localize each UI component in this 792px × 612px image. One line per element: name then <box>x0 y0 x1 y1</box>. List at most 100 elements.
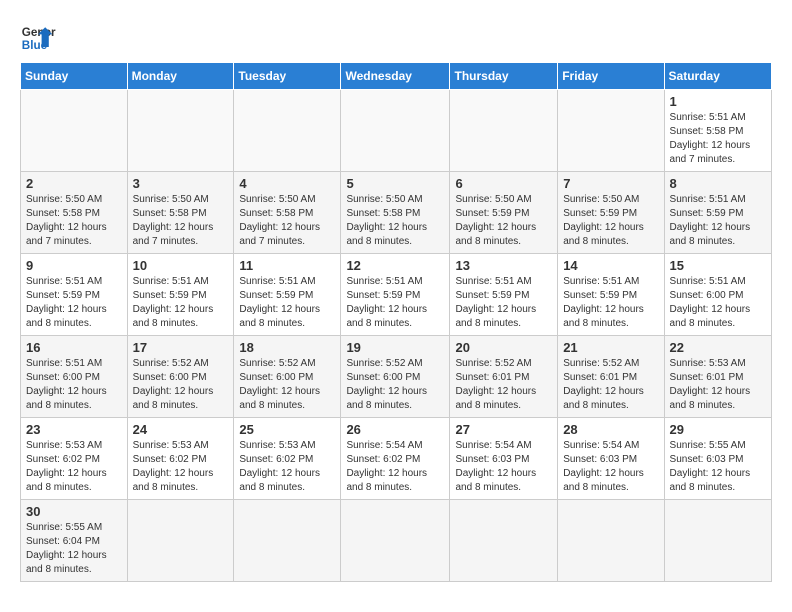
calendar-cell: 7 Sunrise: 5:50 AM Sunset: 5:59 PM Daylig… <box>558 172 664 254</box>
day-number: 4 <box>239 176 335 191</box>
calendar-cell: 25 Sunrise: 5:53 AM Sunset: 6:02 PM Dayli… <box>234 418 341 500</box>
day-number: 10 <box>133 258 229 273</box>
calendar-cell <box>450 90 558 172</box>
calendar-cell: 29Sunrise: 5:55 AM Sunset: 6:03 PM Dayli… <box>664 418 771 500</box>
day-info: Sunrise: 5:50 AM Sunset: 5:58 PM Dayligh… <box>133 193 229 249</box>
day-info: Sunrise: 5:50 AM Sunset: 5:58 PM Dayligh… <box>239 193 335 249</box>
day-number: 6 <box>455 176 552 191</box>
calendar-cell <box>558 500 664 582</box>
calendar-cell: 4 Sunrise: 5:50 AM Sunset: 5:58 PM Daylig… <box>234 172 341 254</box>
calendar-cell <box>127 500 234 582</box>
calendar-cell: 26 Sunrise: 5:54 AM Sunset: 6:02 PM Dayli… <box>341 418 450 500</box>
day-info: Sunrise: 5:53 AM Sunset: 6:01 PM Dayligh… <box>670 357 766 413</box>
calendar-week-2: 2 Sunrise: 5:50 AM Sunset: 5:58 PM Daylig… <box>21 172 772 254</box>
day-info: Sunrise: 5:54 AM Sunset: 6:03 PM Dayligh… <box>455 439 552 495</box>
day-info: Sunrise: 5:51 AM Sunset: 5:59 PM Dayligh… <box>133 275 229 331</box>
calendar-week-6: 30 Sunrise: 5:55 AM Sunset: 6:04 PM Dayli… <box>21 500 772 582</box>
calendar-cell <box>21 90 128 172</box>
day-number: 1 <box>670 94 766 109</box>
day-number: 19 <box>346 340 444 355</box>
calendar-header-row: SundayMondayTuesdayWednesdayThursdayFrid… <box>21 63 772 90</box>
calendar-week-1: 1 Sunrise: 5:51 AM Sunset: 5:58 PM Daylig… <box>21 90 772 172</box>
calendar-cell: 23 Sunrise: 5:53 AM Sunset: 6:02 PM Dayli… <box>21 418 128 500</box>
day-info: Sunrise: 5:54 AM Sunset: 6:02 PM Dayligh… <box>346 439 444 495</box>
calendar-cell: 6 Sunrise: 5:50 AM Sunset: 5:59 PM Daylig… <box>450 172 558 254</box>
calendar-cell: 24Sunrise: 5:53 AM Sunset: 6:02 PM Dayli… <box>127 418 234 500</box>
day-header-saturday: Saturday <box>664 63 771 90</box>
day-info: Sunrise: 5:55 AM Sunset: 6:03 PM Dayligh… <box>670 439 766 495</box>
calendar-week-3: 9 Sunrise: 5:51 AM Sunset: 5:59 PM Daylig… <box>21 254 772 336</box>
day-number: 13 <box>455 258 552 273</box>
logo: General Blue <box>20 20 56 56</box>
calendar-table: SundayMondayTuesdayWednesdayThursdayFrid… <box>20 62 772 582</box>
calendar-cell: 15Sunrise: 5:51 AM Sunset: 6:00 PM Dayli… <box>664 254 771 336</box>
calendar-cell: 20 Sunrise: 5:52 AM Sunset: 6:01 PM Dayli… <box>450 336 558 418</box>
day-number: 12 <box>346 258 444 273</box>
day-header-monday: Monday <box>127 63 234 90</box>
calendar-cell: 30 Sunrise: 5:55 AM Sunset: 6:04 PM Dayli… <box>21 500 128 582</box>
calendar-cell <box>450 500 558 582</box>
day-info: Sunrise: 5:50 AM Sunset: 5:59 PM Dayligh… <box>563 193 658 249</box>
calendar-cell <box>341 500 450 582</box>
calendar-cell: 2 Sunrise: 5:50 AM Sunset: 5:58 PM Daylig… <box>21 172 128 254</box>
day-number: 23 <box>26 422 122 437</box>
day-number: 30 <box>26 504 122 519</box>
day-info: Sunrise: 5:51 AM Sunset: 5:59 PM Dayligh… <box>670 193 766 249</box>
day-info: Sunrise: 5:55 AM Sunset: 6:04 PM Dayligh… <box>26 521 122 577</box>
day-info: Sunrise: 5:53 AM Sunset: 6:02 PM Dayligh… <box>239 439 335 495</box>
day-number: 2 <box>26 176 122 191</box>
day-info: Sunrise: 5:51 AM Sunset: 5:59 PM Dayligh… <box>239 275 335 331</box>
day-number: 9 <box>26 258 122 273</box>
calendar-cell: 8 Sunrise: 5:51 AM Sunset: 5:59 PM Daylig… <box>664 172 771 254</box>
logo-icon: General Blue <box>20 20 56 56</box>
day-info: Sunrise: 5:51 AM Sunset: 5:59 PM Dayligh… <box>26 275 122 331</box>
calendar-week-5: 23 Sunrise: 5:53 AM Sunset: 6:02 PM Dayli… <box>21 418 772 500</box>
day-number: 17 <box>133 340 229 355</box>
day-info: Sunrise: 5:54 AM Sunset: 6:03 PM Dayligh… <box>563 439 658 495</box>
calendar-cell <box>127 90 234 172</box>
calendar-cell <box>234 500 341 582</box>
day-number: 27 <box>455 422 552 437</box>
calendar-cell: 22 Sunrise: 5:53 AM Sunset: 6:01 PM Dayli… <box>664 336 771 418</box>
day-info: Sunrise: 5:52 AM Sunset: 6:00 PM Dayligh… <box>133 357 229 413</box>
calendar-cell: 12 Sunrise: 5:51 AM Sunset: 5:59 PM Dayli… <box>341 254 450 336</box>
calendar-cell: 19 Sunrise: 5:52 AM Sunset: 6:00 PM Dayli… <box>341 336 450 418</box>
day-info: Sunrise: 5:52 AM Sunset: 6:01 PM Dayligh… <box>455 357 552 413</box>
day-number: 22 <box>670 340 766 355</box>
day-header-friday: Friday <box>558 63 664 90</box>
day-info: Sunrise: 5:51 AM Sunset: 5:58 PM Dayligh… <box>670 111 766 167</box>
day-info: Sunrise: 5:52 AM Sunset: 6:00 PM Dayligh… <box>346 357 444 413</box>
day-number: 21 <box>563 340 658 355</box>
day-info: Sunrise: 5:52 AM Sunset: 6:00 PM Dayligh… <box>239 357 335 413</box>
calendar-cell: 1 Sunrise: 5:51 AM Sunset: 5:58 PM Daylig… <box>664 90 771 172</box>
day-number: 7 <box>563 176 658 191</box>
day-header-tuesday: Tuesday <box>234 63 341 90</box>
day-info: Sunrise: 5:51 AM Sunset: 5:59 PM Dayligh… <box>455 275 552 331</box>
calendar-cell: 18Sunrise: 5:52 AM Sunset: 6:00 PM Dayli… <box>234 336 341 418</box>
page-header: General Blue <box>20 20 772 56</box>
calendar-week-4: 16Sunrise: 5:51 AM Sunset: 6:00 PM Dayli… <box>21 336 772 418</box>
calendar-cell: 16Sunrise: 5:51 AM Sunset: 6:00 PM Dayli… <box>21 336 128 418</box>
day-info: Sunrise: 5:53 AM Sunset: 6:02 PM Dayligh… <box>26 439 122 495</box>
calendar-cell: 17 Sunrise: 5:52 AM Sunset: 6:00 PM Dayli… <box>127 336 234 418</box>
day-number: 20 <box>455 340 552 355</box>
calendar-cell: 27 Sunrise: 5:54 AM Sunset: 6:03 PM Dayli… <box>450 418 558 500</box>
day-number: 8 <box>670 176 766 191</box>
calendar-cell: 10 Sunrise: 5:51 AM Sunset: 5:59 PM Dayli… <box>127 254 234 336</box>
day-info: Sunrise: 5:51 AM Sunset: 6:00 PM Dayligh… <box>670 275 766 331</box>
day-info: Sunrise: 5:50 AM Sunset: 5:58 PM Dayligh… <box>26 193 122 249</box>
calendar-cell <box>664 500 771 582</box>
day-info: Sunrise: 5:51 AM Sunset: 5:59 PM Dayligh… <box>346 275 444 331</box>
day-info: Sunrise: 5:50 AM Sunset: 5:59 PM Dayligh… <box>455 193 552 249</box>
day-header-sunday: Sunday <box>21 63 128 90</box>
calendar-cell: 9 Sunrise: 5:51 AM Sunset: 5:59 PM Daylig… <box>21 254 128 336</box>
day-info: Sunrise: 5:52 AM Sunset: 6:01 PM Dayligh… <box>563 357 658 413</box>
day-number: 5 <box>346 176 444 191</box>
calendar-cell: 13 Sunrise: 5:51 AM Sunset: 5:59 PM Dayli… <box>450 254 558 336</box>
day-number: 14 <box>563 258 658 273</box>
day-number: 28 <box>563 422 658 437</box>
day-number: 24 <box>133 422 229 437</box>
day-number: 25 <box>239 422 335 437</box>
day-info: Sunrise: 5:51 AM Sunset: 5:59 PM Dayligh… <box>563 275 658 331</box>
day-number: 26 <box>346 422 444 437</box>
